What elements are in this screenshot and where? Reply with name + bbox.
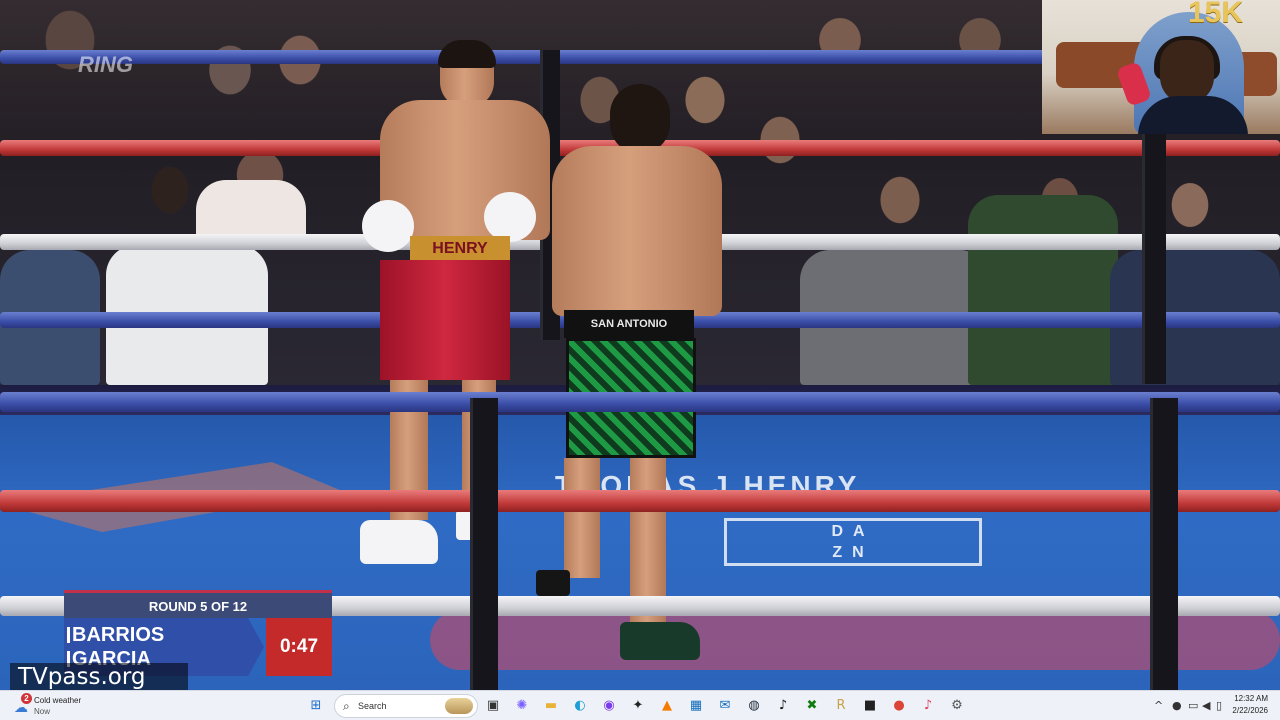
boxer-leg — [564, 458, 600, 578]
canvas-logo-top: DA — [831, 523, 875, 540]
edge-icon[interactable]: ◐ — [569, 695, 591, 717]
network-logo: RING — [78, 52, 133, 77]
windows-taskbar: ☁ 2 Cold weather Now ⊞ ⌕ Search ▣ ✺ ▬ ◐ ◉ ✦ ▲ ▦… — [0, 690, 1280, 720]
ring-post — [1150, 398, 1178, 690]
boxer-hair — [438, 40, 496, 68]
avast-icon[interactable]: ▲ — [656, 695, 678, 717]
volume-icon[interactable]: ◀ — [1202, 699, 1210, 712]
system-tray: ^ ● ▭ ◀ ▯ 12:32 AM 2/22/2026 — [1140, 691, 1280, 720]
desktop-screen: THOMAS J HENRY DA ZN HENRY SAN ANTONIO R… — [0, 0, 1280, 720]
site-watermark: TVpass.org — [10, 663, 188, 691]
search-placeholder: Search — [358, 701, 387, 711]
runescape-icon[interactable]: R — [830, 695, 852, 717]
fighter-1-name: BARRIOS — [66, 624, 165, 646]
tiktok-icon[interactable]: ♪ — [772, 695, 794, 717]
steam-icon[interactable]: ◍ — [743, 695, 765, 717]
ring-rope — [0, 392, 1280, 412]
boxer-head — [610, 84, 670, 154]
ring-post — [1142, 134, 1166, 384]
boxer-shoe — [360, 520, 438, 564]
chatgpt-icon[interactable]: ✦ — [627, 695, 649, 717]
boxer-shoe — [536, 570, 570, 596]
microphone-tray-icon[interactable]: ● — [1172, 699, 1182, 712]
search-box[interactable]: ⌕ Search — [334, 694, 478, 718]
file-explorer-icon[interactable]: ▬ — [540, 695, 562, 717]
clock-date[interactable]: 2/22/2026 — [1232, 706, 1268, 715]
start-button[interactable]: ⊞ — [305, 695, 327, 717]
trunks-waistband: SAN ANTONIO — [564, 310, 694, 338]
weather-widget[interactable]: ☁ 2 Cold weather Now — [14, 693, 124, 719]
xbox-icon[interactable]: ✖ — [801, 695, 823, 717]
canvas-dazn-logo: DA ZN — [724, 518, 982, 566]
spectator — [196, 180, 306, 240]
red-trunks — [380, 260, 510, 380]
search-highlight-icon — [445, 698, 473, 714]
left-glove — [362, 200, 414, 252]
weather-subtitle: Now — [34, 707, 51, 716]
chrome-icon[interactable]: ● — [888, 695, 910, 717]
chevron-up-icon[interactable]: ^ — [1154, 699, 1163, 712]
webcam-streamer — [1160, 40, 1214, 104]
messenger-icon[interactable]: ◉ — [598, 695, 620, 717]
round-clock: 0:47 — [266, 618, 332, 676]
round-indicator: ROUND 5 OF 12 — [64, 590, 332, 618]
ring-rope — [0, 490, 1280, 512]
store-icon[interactable]: ▦ — [685, 695, 707, 717]
display-icon[interactable]: ▭ — [1188, 699, 1198, 712]
trunks-waistband: HENRY — [410, 236, 510, 262]
ring-post — [470, 398, 498, 690]
media-icon[interactable]: ■ — [859, 695, 881, 717]
search-icon: ⌕ — [343, 699, 350, 713]
streamer-webcam: 15K — [1042, 0, 1280, 134]
battery-icon[interactable]: ▯ — [1216, 699, 1222, 712]
clock-time[interactable]: 12:32 AM — [1234, 694, 1268, 703]
spectator — [968, 195, 1118, 385]
task-view-icon[interactable]: ▣ — [482, 695, 504, 717]
boxer-shoe — [620, 622, 700, 660]
sub-goal-balloon: 15K — [1188, 0, 1244, 29]
canvas-logo-bottom: ZN — [832, 544, 874, 561]
tiktok-studio-icon[interactable]: ♪ — [917, 695, 939, 717]
right-glove — [484, 192, 536, 242]
weather-badge: 2 — [21, 693, 32, 704]
boxer-green-trunks: SAN ANTONIO — [530, 84, 740, 674]
copilot-icon[interactable]: ✺ — [511, 695, 533, 717]
outlook-icon[interactable]: ✉ — [714, 695, 736, 717]
weather-title: Cold weather — [34, 696, 82, 705]
boxer-torso — [552, 146, 722, 316]
settings-icon[interactable]: ⚙ — [946, 695, 968, 717]
